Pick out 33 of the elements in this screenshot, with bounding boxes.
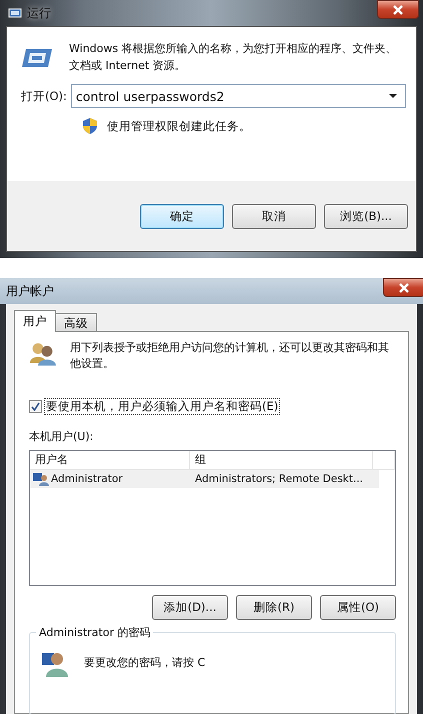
tab[interactable]: 高级 <box>55 313 97 331</box>
table-cell: Administrator <box>51 472 123 485</box>
command-combo-box[interactable]: control userpasswords2 <box>70 84 406 108</box>
intro-text: 用下列表授予或拒绝用户访问您的计算机，还可以更改其密码和其他设置。 <box>70 340 390 372</box>
close-button[interactable] <box>383 278 423 297</box>
open-label: 打开(O): <box>21 88 67 104</box>
run-icon <box>21 47 53 69</box>
dialog-button[interactable]: 取消 <box>232 204 316 228</box>
column-header[interactable]: 组 <box>190 450 373 469</box>
users-icon <box>29 340 56 368</box>
dialog-button[interactable]: 浏览(B)... <box>324 204 408 228</box>
user-icon <box>33 472 49 486</box>
description-text: Windows 将根据您所输入的名称，为您打开相应的程序、文件夹、文档或 Internet 资源。 <box>69 41 398 74</box>
local-users-label: 本机用户(U): <box>29 428 94 444</box>
close-icon <box>398 282 410 292</box>
dialog-button[interactable]: 删除(R) <box>236 594 312 620</box>
close-icon <box>392 4 404 14</box>
user-row[interactable]: Administrator Administrators; Remote Deskt... <box>30 470 379 488</box>
column-header[interactable]: 用户名 <box>30 450 190 469</box>
dialog-button[interactable]: 确定 <box>140 204 224 228</box>
run-icon <box>8 8 22 18</box>
dialog-button[interactable]: 属性(O) <box>320 594 396 620</box>
admin-note: 使用管理权限创建此任务。 <box>107 118 251 134</box>
table-cell-text: Administrators; Remote Deskt... <box>194 472 364 485</box>
window-title: 用户帐户 <box>6 282 54 300</box>
group-title: Administrator 的密码 <box>36 624 154 640</box>
checkbox[interactable] <box>29 400 42 413</box>
password-text: 要更改您的密码，请按 C <box>84 655 206 670</box>
tab[interactable]: 用户 <box>14 310 56 332</box>
dialog-button[interactable]: 添加(D)... <box>152 594 228 620</box>
window-title: 运行 <box>27 4 51 22</box>
shield-icon <box>83 118 97 134</box>
close-button[interactable] <box>377 0 419 19</box>
